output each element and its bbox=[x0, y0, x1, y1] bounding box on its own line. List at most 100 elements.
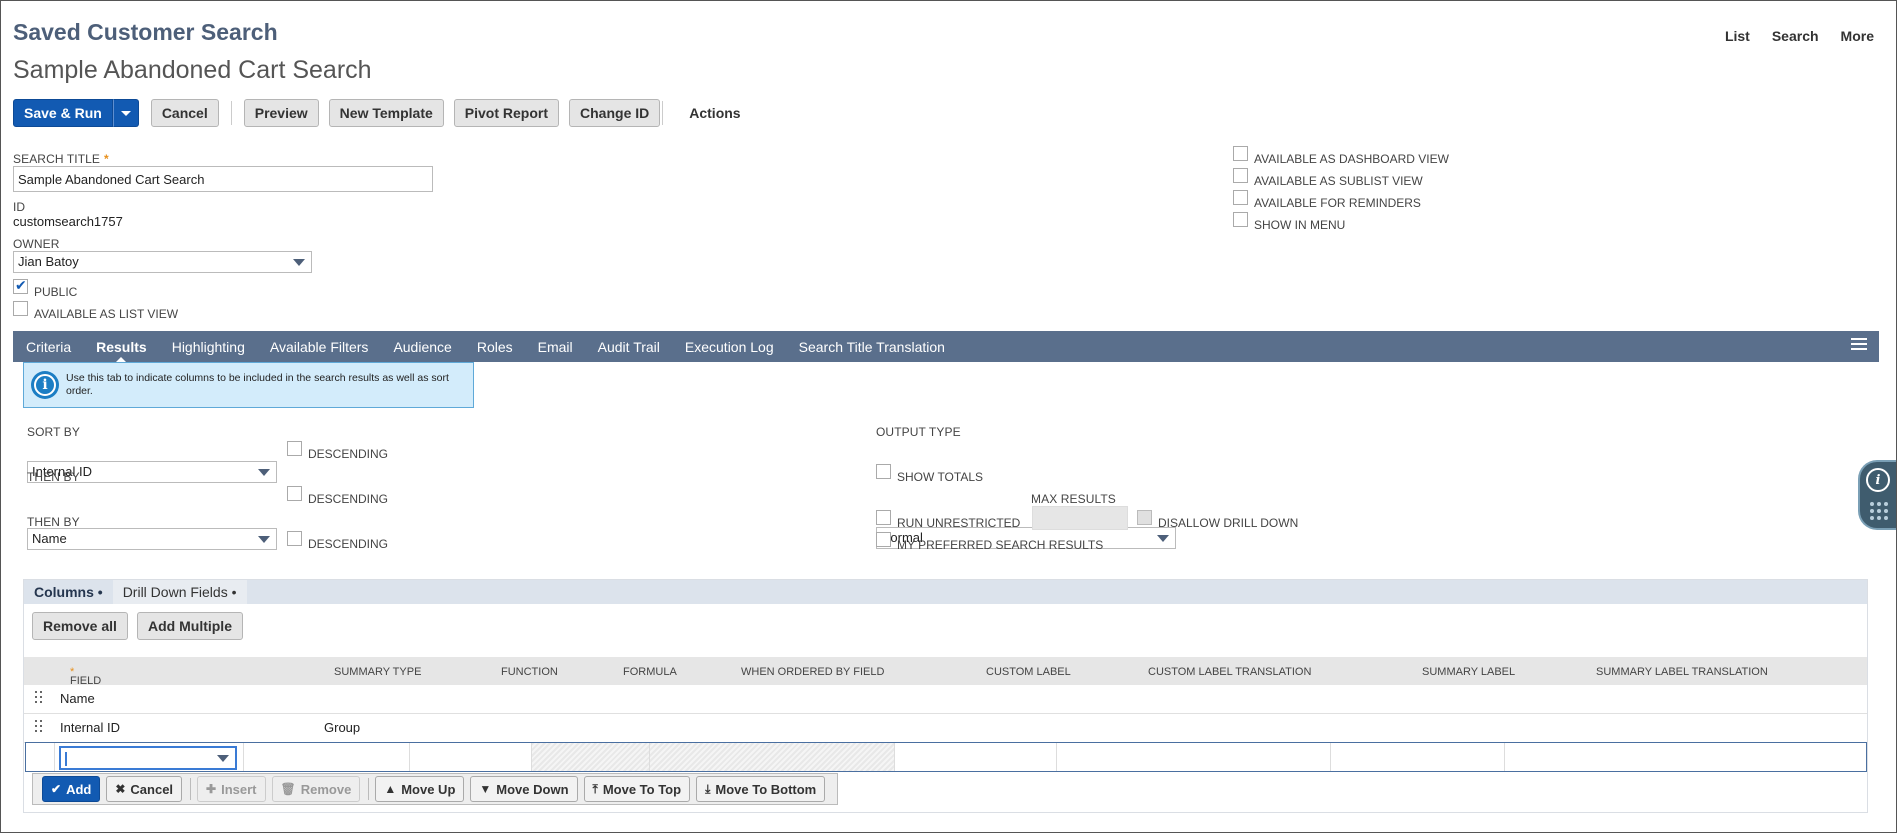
columns-panel: Columns • Drill Down Fields • Remove all… bbox=[23, 579, 1868, 813]
owner-label: OWNER bbox=[13, 237, 60, 251]
info-icon: i bbox=[1866, 468, 1890, 492]
sort-descending-checkbox[interactable] bbox=[287, 441, 302, 456]
actions-menu[interactable]: Actions bbox=[689, 105, 740, 121]
required-mark: * bbox=[104, 152, 109, 166]
drag-handle-icon[interactable] bbox=[35, 720, 43, 732]
tab-roles[interactable]: Roles bbox=[477, 331, 513, 362]
move-to-top-icon: ⤒ bbox=[592, 781, 598, 796]
cancel-button[interactable]: Cancel bbox=[150, 99, 219, 127]
more-link[interactable]: More bbox=[1841, 28, 1874, 44]
action-bar-divider bbox=[368, 778, 370, 800]
record-title: Sample Abandoned Cart Search bbox=[13, 56, 372, 84]
header-summary-label: SUMMARY LABEL bbox=[1422, 666, 1516, 678]
owner-select[interactable]: Jian Batoy bbox=[13, 251, 312, 273]
tab-audience[interactable]: Audience bbox=[393, 331, 451, 362]
show-totals-label: SHOW TOTALS bbox=[897, 470, 984, 484]
remove-row-label: Remove bbox=[300, 781, 352, 797]
move-to-bottom-label: Move To Bottom bbox=[715, 781, 817, 797]
tab-available-filters[interactable]: Available Filters bbox=[270, 331, 369, 362]
show-totals-checkbox[interactable] bbox=[876, 464, 891, 479]
sort-by-label: SORT BY bbox=[27, 425, 80, 439]
save-run-button[interactable]: Save & Run bbox=[13, 99, 113, 127]
move-up-label: Move Up bbox=[401, 781, 456, 797]
then-by-select-1-value: Name bbox=[32, 531, 67, 546]
table-row[interactable]: Name bbox=[24, 685, 1867, 714]
id-label: ID bbox=[13, 200, 26, 214]
edit-row-summary-label-cell[interactable] bbox=[1331, 743, 1505, 771]
disallow-drill-down-label: DISALLOW DRILL DOWN bbox=[1158, 516, 1299, 530]
add-row-label: Add bbox=[66, 781, 92, 797]
available-list-view-label: AVAILABLE AS LIST VIEW bbox=[34, 307, 179, 321]
tab-results[interactable]: Results bbox=[96, 331, 147, 362]
preferred-results-label: MY PREFERRED SEARCH RESULTS bbox=[897, 538, 1104, 552]
reminders-checkbox[interactable] bbox=[1233, 190, 1248, 205]
field-select[interactable] bbox=[59, 746, 237, 770]
available-list-view-option: AVAILABLE AS LIST VIEW bbox=[13, 301, 178, 321]
max-results-label: MAX RESULTS bbox=[1031, 492, 1116, 506]
disallow-drill-down-checkbox[interactable] bbox=[1137, 510, 1152, 525]
list-link[interactable]: List bbox=[1725, 28, 1750, 44]
pivot-report-button[interactable]: Pivot Report bbox=[453, 99, 560, 127]
chevron-down-icon bbox=[1157, 535, 1169, 542]
then-by-select-1[interactable]: Name bbox=[27, 528, 277, 550]
save-run-dropdown-button[interactable] bbox=[112, 99, 139, 127]
close-icon: ✖ bbox=[115, 782, 126, 796]
then-by-1-descending-checkbox[interactable] bbox=[287, 486, 302, 501]
cancel-row-button[interactable]: ✖ Cancel bbox=[106, 776, 183, 802]
then-by-1-descending-option: DESCENDING bbox=[287, 486, 388, 506]
then-by-2-descending-checkbox[interactable] bbox=[287, 531, 302, 546]
tab-email[interactable]: Email bbox=[538, 331, 573, 362]
preview-button[interactable]: Preview bbox=[243, 99, 319, 127]
tab-search-title-translation[interactable]: Search Title Translation bbox=[799, 331, 945, 362]
move-to-bottom-icon: ⤓ bbox=[705, 781, 711, 796]
move-to-bottom-button[interactable]: ⤓ Move To Bottom bbox=[696, 776, 826, 802]
search-link[interactable]: Search bbox=[1772, 28, 1819, 44]
edit-row-custom-label-cell[interactable] bbox=[895, 743, 1057, 771]
sort-descending-option: DESCENDING bbox=[287, 441, 388, 461]
edit-row-formula-cell bbox=[532, 743, 650, 771]
move-to-top-button[interactable]: ⤒ Move To Top bbox=[583, 776, 691, 802]
search-title-input[interactable] bbox=[13, 166, 433, 192]
edit-row-custom-label-translation-cell[interactable] bbox=[1057, 743, 1331, 771]
header-custom-label-translation: CUSTOM LABEL TRANSLATION bbox=[1148, 666, 1312, 678]
remove-row-button[interactable]: 🗑 Remove bbox=[271, 776, 361, 802]
tab-highlighting[interactable]: Highlighting bbox=[172, 331, 245, 362]
edit-row-when-ordered-cell bbox=[650, 743, 895, 771]
show-in-menu-checkbox[interactable] bbox=[1233, 212, 1248, 227]
move-up-button[interactable]: ▲ Move Up bbox=[375, 776, 465, 802]
edit-row-summary-type-cell[interactable] bbox=[244, 743, 410, 771]
columns-grid-header: FIELD * SUMMARY TYPE FUNCTION FORMULA WHE… bbox=[24, 657, 1867, 687]
add-multiple-button[interactable]: Add Multiple bbox=[137, 612, 243, 640]
run-unrestricted-checkbox[interactable] bbox=[876, 510, 891, 525]
sublist-view-label: AVAILABLE AS SUBLIST VIEW bbox=[1254, 174, 1423, 188]
header-summary-type: SUMMARY TYPE bbox=[334, 666, 422, 678]
tab-execution-log[interactable]: Execution Log bbox=[685, 331, 774, 362]
run-unrestricted-label: RUN UNRESTRICTED bbox=[897, 516, 1021, 530]
sublist-view-checkbox[interactable] bbox=[1233, 168, 1248, 183]
preferred-results-checkbox[interactable] bbox=[876, 532, 891, 547]
max-results-input[interactable] bbox=[1032, 506, 1128, 530]
insert-row-label: Insert bbox=[221, 781, 257, 797]
show-in-menu-label: SHOW IN MENU bbox=[1254, 218, 1346, 232]
dashboard-view-checkbox[interactable] bbox=[1233, 146, 1248, 161]
add-row-button[interactable]: ✔ Add bbox=[42, 776, 101, 802]
tab-audit-trail[interactable]: Audit Trail bbox=[598, 331, 660, 362]
subtab-drill-down-fields[interactable]: Drill Down Fields • bbox=[112, 580, 247, 604]
new-template-button[interactable]: New Template bbox=[328, 99, 444, 127]
tab-criteria[interactable]: Criteria bbox=[26, 331, 71, 362]
edit-row-summary-label-translation-cell[interactable] bbox=[1505, 743, 1866, 771]
remove-all-button[interactable]: Remove all bbox=[32, 612, 128, 640]
row-field: Internal ID bbox=[60, 720, 120, 735]
hamburger-menu-icon[interactable] bbox=[1851, 338, 1867, 354]
public-checkbox[interactable] bbox=[13, 277, 28, 294]
available-list-view-checkbox[interactable] bbox=[13, 301, 28, 316]
edit-row-function-cell[interactable] bbox=[410, 743, 532, 771]
change-id-button[interactable]: Change ID bbox=[569, 99, 661, 127]
subtab-columns[interactable]: Columns • bbox=[24, 580, 113, 604]
table-row[interactable]: Internal ID Group bbox=[24, 714, 1867, 743]
drag-handle-icon[interactable] bbox=[35, 691, 43, 703]
info-icon: i bbox=[31, 371, 59, 399]
insert-row-button[interactable]: ✚ Insert bbox=[197, 776, 266, 802]
help-widget[interactable]: i bbox=[1858, 460, 1896, 530]
move-down-button[interactable]: ▼ Move Down bbox=[470, 776, 578, 802]
